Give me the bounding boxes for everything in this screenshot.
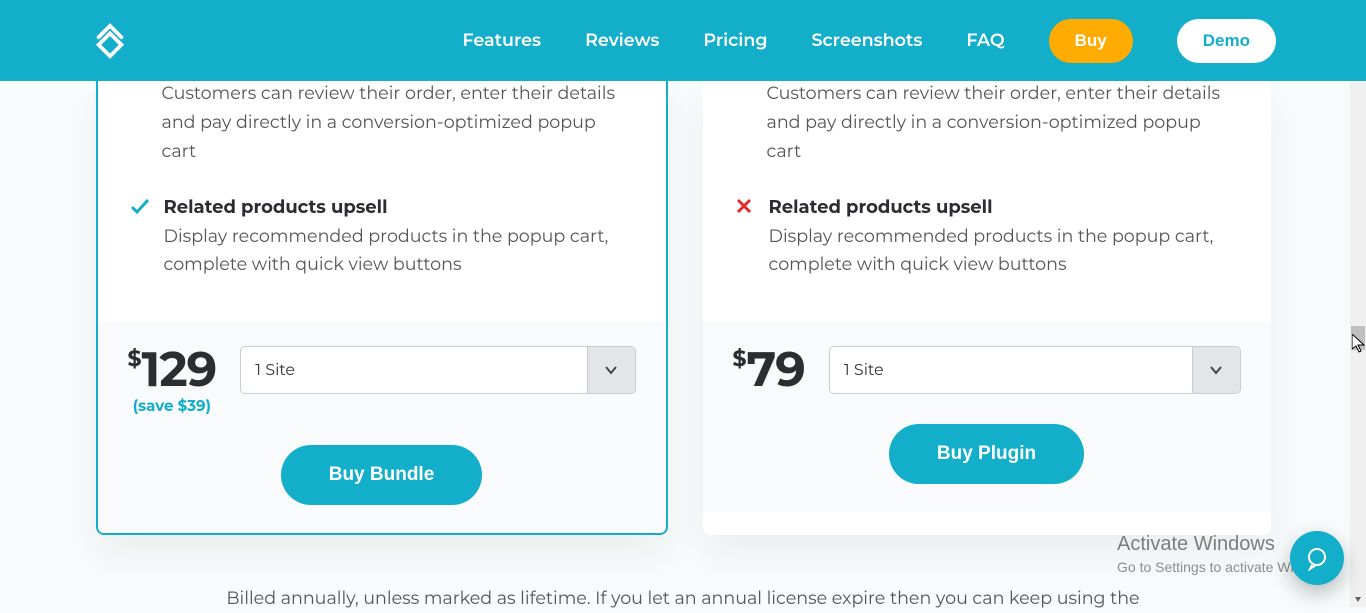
cross-icon (735, 197, 755, 281)
scrollbar[interactable] (1350, 0, 1366, 607)
check-icon (130, 197, 150, 281)
currency: $ (128, 348, 142, 370)
site-select[interactable]: 1 Site (829, 346, 1241, 394)
feature-body: Customers can review their order, enter … (767, 80, 1239, 167)
site-select-value: 1 Site (241, 347, 586, 393)
currency: $ (733, 348, 747, 370)
buy-button[interactable]: Buy (1049, 19, 1133, 63)
feature-title: Related products upsell (164, 196, 388, 218)
header: Features Reviews Pricing Screenshots FAQ… (0, 0, 1366, 81)
brand-logo[interactable] (90, 21, 130, 61)
chevron-down-icon (1192, 347, 1240, 393)
chevron-down-icon (587, 347, 635, 393)
feature-title: Related products upsell (769, 196, 993, 218)
nav-screenshots[interactable]: Screenshots (811, 30, 922, 51)
chat-fab[interactable] (1290, 531, 1344, 585)
price-amount: 129 (142, 346, 217, 394)
nav-faq[interactable]: FAQ (966, 30, 1004, 51)
feature-text: Related products upsell Display recommen… (164, 193, 634, 281)
price-save: (save $39) (133, 396, 211, 415)
pricing-card-plugin: Customers can review their order, enter … (703, 80, 1271, 535)
nav-features[interactable]: Features (463, 30, 542, 51)
site-select-value: 1 Site (830, 347, 1192, 393)
pricing-card-bundle: Customers can review their order, enter … (96, 80, 668, 535)
site-select[interactable]: 1 Site (240, 346, 635, 394)
demo-button[interactable]: Demo (1177, 19, 1276, 63)
feature-body: Display recommended products in the popu… (769, 226, 1214, 276)
pricing-row: Customers can review their order, enter … (96, 80, 1271, 535)
price-amount: 79 (747, 346, 805, 394)
feature-body: Display recommended products in the popu… (164, 226, 609, 276)
buy-bundle-button[interactable]: Buy Bundle (281, 445, 483, 505)
nav-reviews[interactable]: Reviews (585, 30, 659, 51)
feature-text: Related products upsell Display recommen… (769, 193, 1239, 281)
scroll-thumb[interactable] (1351, 326, 1365, 350)
scroll-down-button[interactable] (1350, 591, 1366, 607)
nav-pricing[interactable]: Pricing (703, 30, 767, 51)
feature-body: Customers can review their order, enter … (162, 80, 634, 167)
buy-plugin-button[interactable]: Buy Plugin (889, 424, 1084, 484)
main-nav: Features Reviews Pricing Screenshots FAQ… (463, 19, 1276, 63)
billing-footnote: Billed annually, unless marked as lifeti… (153, 585, 1213, 613)
